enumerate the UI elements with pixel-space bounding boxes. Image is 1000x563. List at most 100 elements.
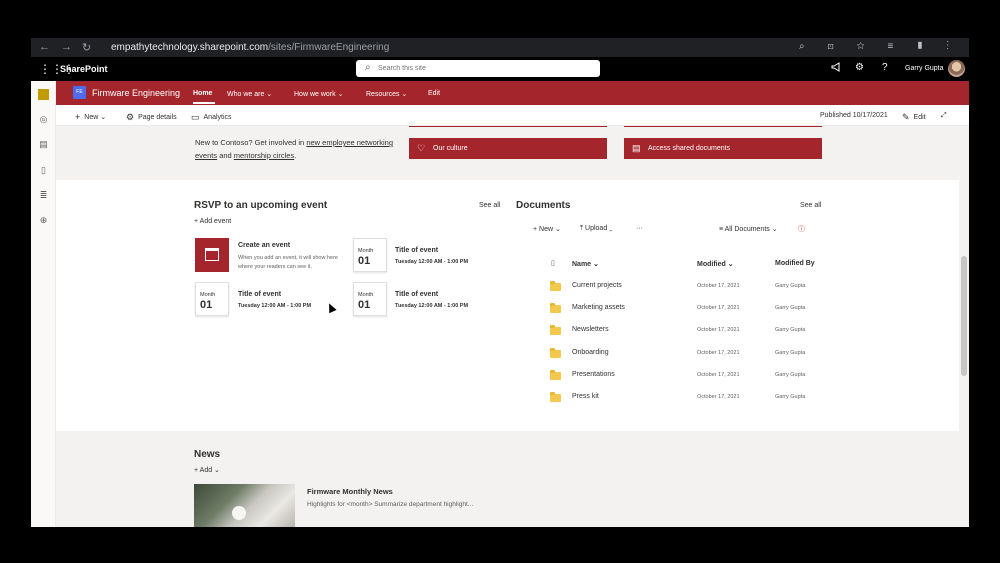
nav-how-we-work[interactable]: How we work ⌄ [294, 90, 343, 98]
document-modified-by: Garry Gupta [775, 327, 806, 333]
welcome-text-part: New to Contoso? Get involved in [195, 138, 307, 147]
search-box[interactable]: ⌕ [356, 60, 600, 77]
site-title[interactable]: Firmware Engineering [92, 88, 180, 98]
user-name[interactable]: Garry Gupta [905, 65, 944, 72]
document-modified: October 17, 2021 [697, 327, 740, 333]
column-modified[interactable]: Modified ⌄ [697, 260, 734, 268]
home-icon[interactable] [38, 89, 49, 100]
event-date-tile: Month 01 [195, 282, 229, 316]
forward-icon[interactable]: → [61, 41, 72, 53]
hub-navigation: FE Firmware Engineering Home Who we are … [56, 81, 969, 105]
access-shared-documents-button[interactable]: ▤ Access shared documents [624, 138, 822, 159]
reload-icon[interactable]: ↻ [82, 41, 91, 54]
event-day: 01 [358, 299, 371, 311]
document-modified: October 17, 2021 [697, 394, 740, 400]
document-modified-by: Garry Gupta [775, 283, 806, 289]
heart-icon: ♡ [417, 143, 426, 153]
page-details-button[interactable]: ⚙ Page details [126, 112, 177, 123]
scrollbar[interactable] [959, 126, 969, 527]
event-month: Month [358, 248, 374, 254]
news-icon[interactable]: ▤ [38, 139, 49, 150]
lists-icon[interactable]: ≣ [38, 190, 49, 201]
calendar-icon [195, 238, 229, 272]
mentorship-circles-link[interactable]: mentorship circles [234, 151, 294, 160]
nav-resources[interactable]: Resources ⌄ [366, 90, 407, 98]
analytics-icon: ▭ [191, 112, 200, 122]
document-name[interactable]: Onboarding [572, 349, 609, 356]
folder-icon [550, 348, 561, 358]
document-name[interactable]: Press kit [572, 393, 599, 400]
event-date-tile: Month 01 [353, 238, 387, 272]
analytics-button[interactable]: ▭ Analytics [191, 112, 232, 123]
upload-button[interactable]: ⤒ Upload ⌄ [580, 225, 612, 233]
more-options-icon[interactable]: ··· [636, 225, 643, 232]
divider [624, 126, 822, 127]
search-input[interactable] [378, 61, 588, 75]
news-thumbnail[interactable] [194, 484, 295, 527]
avatar[interactable] [948, 60, 965, 77]
event-title: Title of event [395, 291, 439, 298]
document-name[interactable]: Newsletters [572, 326, 609, 333]
document-name[interactable]: Presentations [572, 371, 615, 378]
nav-edit[interactable]: Edit [428, 90, 440, 97]
url-domain: empathytechnology.sharepoint.com [111, 42, 269, 53]
document-modified-by: Garry Gupta [775, 350, 806, 356]
nav-home[interactable]: Home [193, 90, 212, 97]
app-name[interactable]: SharePoint [60, 64, 108, 74]
browser-extension-icons[interactable]: ⌕ ⊡ ☆ ≡ ▮ ⋮ [799, 41, 959, 52]
quick-link-label: Our culture [433, 145, 468, 152]
nav-who-we-are[interactable]: Who we are ⌄ [227, 90, 272, 98]
table-row[interactable]: Press kit October 17, 2021 Garry Gupta [546, 389, 836, 411]
event-title: Title of event [238, 291, 282, 298]
table-row[interactable]: Newsletters October 17, 2021 Garry Gupta [546, 322, 836, 344]
address-bar[interactable]: empathytechnology.sharepoint.com/sites/F… [111, 42, 389, 53]
our-culture-button[interactable]: ♡ Our culture [409, 138, 607, 159]
info-icon[interactable]: ⓘ [798, 224, 805, 234]
event-day: 01 [358, 255, 371, 267]
app-bar: ◎ ▤ ▯ ≣ ⊕ [31, 81, 56, 527]
event-date-tile: Month 01 [353, 282, 387, 316]
file-type-icon: ▯ [551, 260, 555, 267]
edit-page-button[interactable]: ✎ Edit [902, 112, 926, 123]
events-see-all-link[interactable]: See all [479, 202, 500, 209]
event-title: Create an event [238, 242, 291, 249]
active-indicator [193, 102, 215, 104]
add-event-button[interactable]: + Add event [194, 218, 231, 225]
news-title: News [194, 449, 221, 460]
column-modified-by[interactable]: Modified By [775, 260, 815, 267]
settings-icon[interactable]: ⚙ [855, 62, 864, 73]
expand-icon[interactable]: ⤢ [941, 112, 947, 120]
megaphone-icon[interactable] [831, 62, 842, 75]
news-item-description: Highlights for <month> Summarize departm… [307, 501, 474, 508]
table-row[interactable]: Marketing assets October 17, 2021 Garry … [546, 300, 836, 322]
file-icon[interactable]: ▯ [38, 165, 49, 176]
create-icon[interactable]: ⊕ [38, 215, 49, 226]
document-modified: October 17, 2021 [697, 372, 740, 378]
new-button[interactable]: + New ⌄ [75, 112, 106, 122]
help-icon[interactable]: ? [882, 62, 888, 73]
page-details-label: Page details [138, 114, 177, 121]
add-news-button[interactable]: + Add ⌄ [194, 466, 220, 474]
event-day: 01 [200, 299, 213, 311]
document-new-button[interactable]: + New ⌄ [533, 225, 561, 233]
published-status: Published 10/17/2021 [820, 112, 888, 119]
column-name[interactable]: Name ⌄ [572, 260, 599, 268]
globe-icon[interactable]: ◎ [38, 114, 49, 125]
view-selector[interactable]: ≡ All Documents ⌄ [719, 225, 778, 233]
scrollbar-thumb[interactable] [961, 256, 967, 376]
document-modified-by: Garry Gupta [775, 372, 806, 378]
document-name[interactable]: Current projects [572, 282, 622, 289]
folder-icon [550, 303, 561, 313]
documents-see-all-link[interactable]: See all [800, 202, 821, 209]
document-name[interactable]: Marketing assets [572, 304, 625, 311]
documents-title: Documents [516, 200, 571, 211]
site-logo[interactable]: FE [73, 86, 86, 99]
url-path: /sites/FirmwareEngineering [268, 42, 390, 53]
documents-table: ▯ Name ⌄ Modified ⌄ Modified By Current … [550, 256, 841, 426]
table-row[interactable]: Presentations October 17, 2021 Garry Gup… [546, 367, 836, 389]
table-row[interactable]: Onboarding October 17, 2021 Garry Gupta [546, 345, 836, 367]
table-row[interactable]: Current projects October 17, 2021 Garry … [546, 278, 836, 300]
new-label: New ⌄ [84, 114, 107, 121]
back-icon[interactable]: ← [39, 41, 50, 53]
news-item-title[interactable]: Firmware Monthly News [307, 487, 393, 496]
